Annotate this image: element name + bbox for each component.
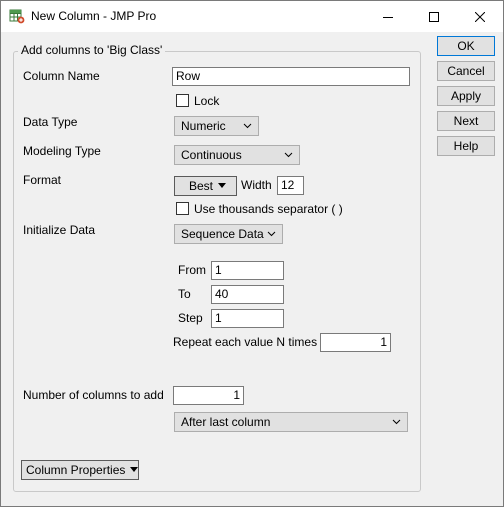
modeling-type-value: Continuous	[181, 148, 242, 162]
chevron-down-icon	[243, 123, 252, 129]
dropdown-triangle-icon	[218, 183, 227, 189]
lock-label: Lock	[194, 94, 220, 108]
thousands-separator-label: Use thousands separator ( )	[194, 202, 343, 216]
to-label: To	[178, 287, 191, 301]
dialog-window: New Column - JMP Pro Add columns to 'Big…	[0, 0, 504, 507]
data-type-select[interactable]: Numeric	[174, 116, 259, 136]
chevron-down-icon	[267, 231, 276, 237]
chevron-down-icon	[392, 419, 401, 425]
thousands-separator-checkbox[interactable]	[176, 202, 189, 215]
lock-checkbox[interactable]	[176, 94, 189, 107]
format-value: Best	[189, 179, 214, 193]
repeat-label: Repeat each value N times	[173, 335, 318, 349]
close-icon	[475, 11, 485, 22]
initialize-data-select[interactable]: Sequence Data	[174, 224, 283, 244]
minimize-icon	[383, 16, 393, 18]
jmp-table-icon	[9, 8, 25, 24]
step-label: Step	[178, 311, 203, 325]
width-label: Width	[241, 178, 272, 192]
column-position-select[interactable]: After last column	[174, 412, 408, 432]
dropdown-triangle-icon	[130, 467, 139, 473]
modeling-type-select[interactable]: Continuous	[174, 145, 300, 165]
from-input[interactable]: 1	[211, 261, 284, 280]
chevron-down-icon	[284, 152, 293, 158]
next-button[interactable]: Next	[437, 111, 495, 131]
close-button[interactable]	[457, 1, 503, 32]
column-properties-button[interactable]: Column Properties	[21, 460, 139, 480]
column-name-input[interactable]: Row	[172, 67, 410, 86]
maximize-button[interactable]	[411, 1, 457, 32]
title-bar[interactable]: New Column - JMP Pro	[1, 1, 503, 32]
modeling-type-label: Modeling Type	[23, 144, 101, 158]
repeat-input[interactable]: 1	[320, 333, 391, 352]
initialize-data-value: Sequence Data	[181, 227, 264, 241]
minimize-button[interactable]	[365, 1, 411, 32]
group-legend: Add columns to 'Big Class'	[18, 43, 166, 57]
column-name-label: Column Name	[23, 69, 100, 83]
data-type-value: Numeric	[181, 119, 226, 133]
help-button[interactable]: Help	[437, 136, 495, 156]
format-menu-button[interactable]: Best	[174, 176, 237, 196]
to-input[interactable]: 40	[211, 285, 284, 304]
cancel-button[interactable]: Cancel	[437, 61, 495, 81]
num-columns-input[interactable]: 1	[173, 386, 244, 405]
step-input[interactable]: 1	[211, 309, 284, 328]
format-label: Format	[23, 173, 62, 187]
width-input[interactable]: 12	[277, 176, 304, 195]
ok-button[interactable]: OK	[437, 36, 495, 56]
num-columns-label: Number of columns to add	[23, 388, 164, 402]
maximize-icon	[429, 11, 439, 22]
from-label: From	[178, 263, 206, 277]
initialize-data-label: Initialize Data	[23, 223, 96, 237]
apply-button[interactable]: Apply	[437, 86, 495, 106]
data-type-label: Data Type	[23, 115, 78, 129]
window-title: New Column - JMP Pro	[31, 9, 157, 23]
column-properties-label: Column Properties	[26, 463, 126, 477]
column-position-value: After last column	[181, 415, 271, 429]
